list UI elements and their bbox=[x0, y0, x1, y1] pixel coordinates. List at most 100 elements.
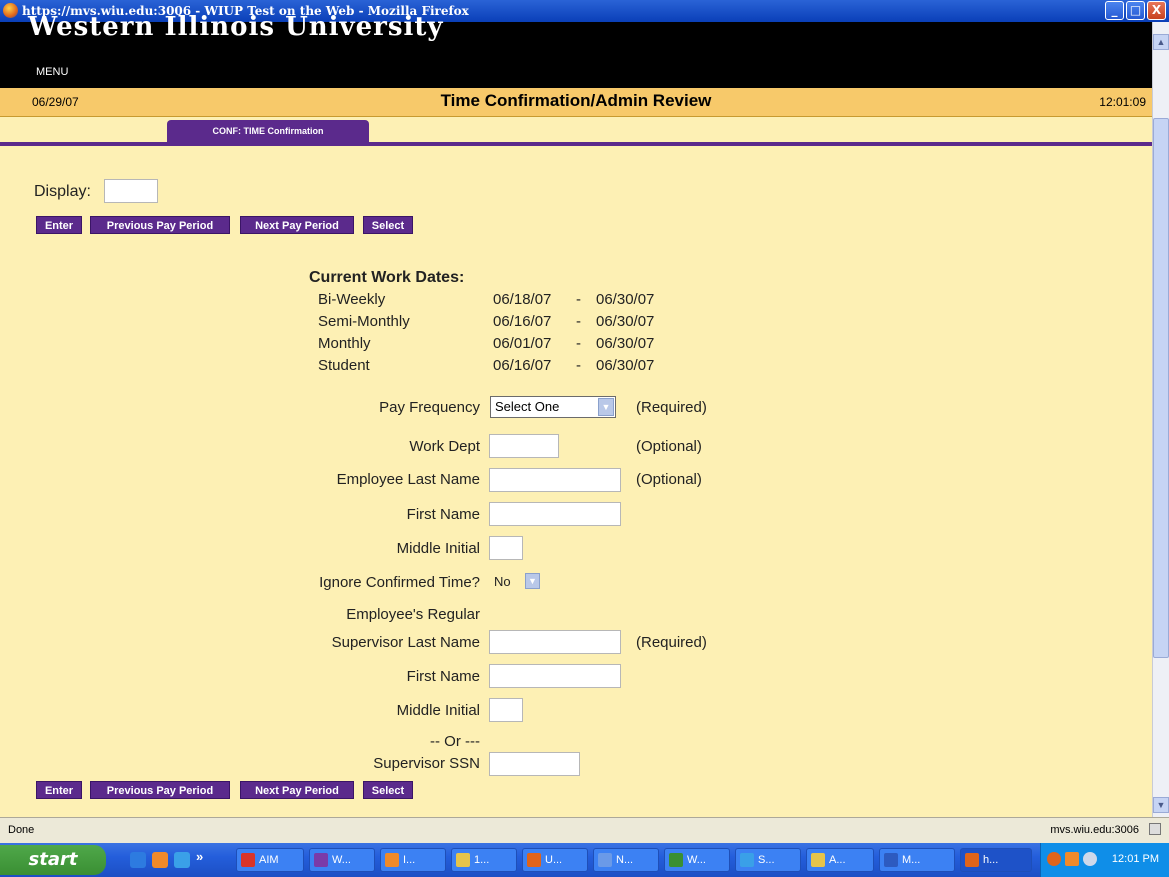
work-date-end: 06/30/07 bbox=[596, 335, 655, 352]
employee-last-name-input[interactable] bbox=[489, 468, 621, 492]
employees-regular-label: Employee's Regular bbox=[346, 606, 480, 623]
ie-quicklaunch-icon[interactable] bbox=[130, 852, 146, 868]
work-date-name: Student bbox=[318, 357, 370, 374]
app-icon bbox=[598, 853, 612, 867]
taskbar-item[interactable]: M... bbox=[879, 848, 955, 872]
taskbar-item[interactable]: W... bbox=[664, 848, 730, 872]
menu-link[interactable]: MENU bbox=[36, 66, 68, 78]
firefox-icon bbox=[527, 853, 541, 867]
pay-frequency-select[interactable]: Select One ▼ bbox=[490, 396, 616, 418]
previous-pay-period-button[interactable]: Previous Pay Period bbox=[90, 216, 230, 234]
taskbar-item-label: I... bbox=[403, 854, 416, 866]
select-button[interactable]: Select bbox=[363, 216, 413, 234]
work-date-name: Bi-Weekly bbox=[318, 291, 386, 308]
taskbar-item-label: W... bbox=[332, 854, 351, 866]
enter-button[interactable]: Enter bbox=[36, 781, 82, 799]
supervisor-last-name-required-note: (Required) bbox=[636, 634, 707, 651]
work-dept-input[interactable] bbox=[489, 434, 559, 458]
taskbar-item[interactable]: 1... bbox=[451, 848, 517, 872]
status-host: mvs.wiu.edu:3006 bbox=[1050, 824, 1139, 836]
firefox-icon bbox=[965, 853, 979, 867]
supervisor-first-name-input[interactable] bbox=[489, 664, 621, 688]
taskbar-item-label: S... bbox=[758, 854, 775, 866]
previous-pay-period-button[interactable]: Previous Pay Period bbox=[90, 781, 230, 799]
word-icon bbox=[884, 853, 898, 867]
tab-conf-time-confirmation[interactable]: CONF: TIME Confirmation bbox=[167, 120, 369, 142]
close-button[interactable]: X bbox=[1147, 1, 1166, 20]
next-pay-period-button[interactable]: Next Pay Period bbox=[240, 216, 354, 234]
minimize-button[interactable]: _ bbox=[1105, 1, 1124, 20]
status-text: Done bbox=[8, 824, 35, 836]
university-logo: Western Illinois University bbox=[28, 12, 444, 42]
work-date-separator: - bbox=[576, 335, 581, 352]
browser-quicklaunch-icon[interactable] bbox=[174, 852, 190, 868]
or-separator-text: -- Or --- bbox=[430, 733, 480, 750]
taskbar-item[interactable]: S... bbox=[735, 848, 801, 872]
work-date-start: 06/16/07 bbox=[493, 357, 552, 374]
taskbar-item[interactable]: U... bbox=[522, 848, 588, 872]
start-button[interactable]: start bbox=[0, 845, 106, 875]
taskbar-item-aim[interactable]: AIM bbox=[236, 848, 304, 872]
taskbar-item-label: N... bbox=[616, 854, 634, 866]
firefox-icon bbox=[3, 3, 18, 18]
supervisor-ssn-input[interactable] bbox=[489, 752, 580, 776]
tray-network-icon[interactable] bbox=[1083, 852, 1097, 866]
quicklaunch-chevron-icon[interactable]: » bbox=[196, 849, 203, 864]
employee-middle-initial-label: Middle Initial bbox=[396, 540, 480, 557]
pay-frequency-value: Select One bbox=[495, 399, 560, 414]
employee-middle-initial-input[interactable] bbox=[489, 536, 523, 560]
taskbar-item-label: h... bbox=[983, 854, 999, 866]
next-pay-period-button[interactable]: Next Pay Period bbox=[240, 781, 354, 799]
supervisor-middle-initial-input[interactable] bbox=[489, 698, 523, 722]
tray-app-icon[interactable] bbox=[1065, 852, 1079, 866]
enter-button[interactable]: Enter bbox=[36, 216, 82, 234]
taskbar-item-label: W... bbox=[687, 854, 706, 866]
work-dept-label: Work Dept bbox=[409, 438, 480, 455]
windows-taskbar: start » AIM W... I... 1... U... N... W..… bbox=[0, 843, 1169, 877]
work-date-separator: - bbox=[576, 313, 581, 330]
work-date-start: 06/16/07 bbox=[493, 313, 552, 330]
maximize-button[interactable]: □ bbox=[1126, 1, 1145, 20]
app-icon bbox=[385, 853, 399, 867]
firefox-quicklaunch-icon[interactable] bbox=[152, 852, 168, 868]
employee-first-name-input[interactable] bbox=[489, 502, 621, 526]
display-input[interactable] bbox=[104, 179, 158, 203]
work-date-end: 06/30/07 bbox=[596, 357, 655, 374]
university-header: Western Illinois University MENU bbox=[0, 12, 1152, 88]
taskbar-item-label: A... bbox=[829, 854, 846, 866]
taskbar-item[interactable]: N... bbox=[593, 848, 659, 872]
current-date: 06/29/07 bbox=[32, 95, 79, 109]
ignore-confirmed-time-label: Ignore Confirmed Time? bbox=[319, 574, 480, 591]
scroll-up-arrow-icon[interactable]: ▲ bbox=[1153, 34, 1169, 50]
tray-app-icon[interactable] bbox=[1047, 852, 1061, 866]
lock-icon[interactable] bbox=[1149, 823, 1161, 835]
system-tray: 12:01 PM bbox=[1040, 843, 1169, 877]
work-date-end: 06/30/07 bbox=[596, 291, 655, 308]
ignore-confirmed-time-select[interactable]: No ▼ bbox=[489, 570, 549, 594]
scroll-down-arrow-icon[interactable]: ▼ bbox=[1153, 797, 1169, 813]
select-button[interactable]: Select bbox=[363, 781, 413, 799]
work-date-end: 06/30/07 bbox=[596, 313, 655, 330]
ignore-confirmed-time-value: No bbox=[494, 574, 511, 589]
supervisor-first-name-label: First Name bbox=[406, 668, 480, 685]
taskbar-item-label: M... bbox=[902, 854, 921, 866]
taskbar-item[interactable]: W... bbox=[309, 848, 375, 872]
browser-status-bar: Done mvs.wiu.edu:3006 bbox=[0, 817, 1169, 843]
app-icon bbox=[314, 853, 328, 867]
taskbar-item-label: AIM bbox=[259, 854, 279, 866]
taskbar-item-active[interactable]: h... bbox=[960, 848, 1032, 872]
chevron-down-icon: ▼ bbox=[525, 573, 540, 589]
work-dept-optional-note: (Optional) bbox=[636, 438, 702, 455]
supervisor-last-name-input[interactable] bbox=[489, 630, 621, 654]
work-date-separator: - bbox=[576, 291, 581, 308]
ie-icon bbox=[740, 853, 754, 867]
taskbar-item[interactable]: A... bbox=[806, 848, 874, 872]
taskbar-item-label: U... bbox=[545, 854, 563, 866]
taskbar-item[interactable]: I... bbox=[380, 848, 446, 872]
work-date-name: Semi-Monthly bbox=[318, 313, 410, 330]
work-date-start: 06/18/07 bbox=[493, 291, 552, 308]
scrollbar-thumb[interactable] bbox=[1153, 118, 1169, 658]
page-header-bar: Time Confirmation/Admin Review 06/29/07 … bbox=[0, 88, 1152, 117]
employee-first-name-label: First Name bbox=[406, 506, 480, 523]
mail-icon bbox=[811, 853, 825, 867]
